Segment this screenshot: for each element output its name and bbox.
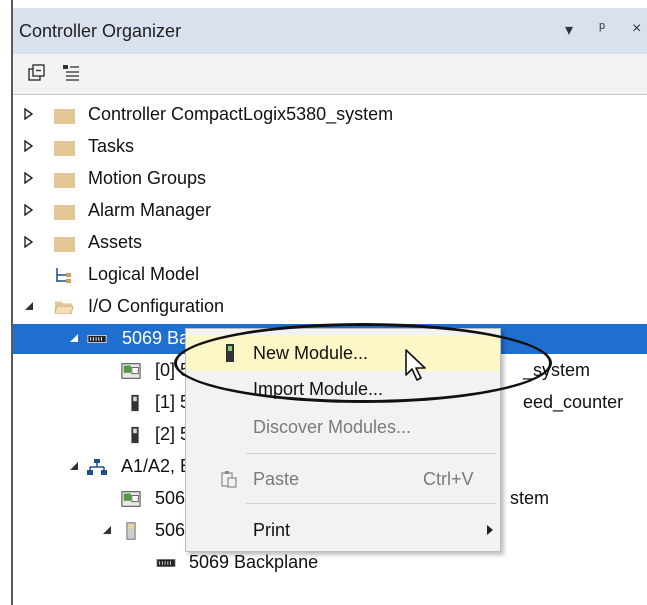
backplane-icon [87,335,107,343]
expand-arrow-icon[interactable] [24,172,34,184]
expand-arrow-icon[interactable] [24,108,34,120]
menu-item-paste[interactable]: Paste Ctrl+V [186,461,500,497]
menu-separator [246,453,496,454]
controller-icon [121,491,141,507]
tree-item-label: I/O Configuration [88,296,225,316]
pin-icon[interactable]: ᵖ [599,20,605,38]
backplane-icon [156,559,176,567]
collapse-all-icon[interactable] [28,64,46,82]
tree-item-label: Alarm Manager [88,200,212,220]
menu-item-label: Paste [253,469,300,489]
folder-icon [54,173,75,188]
tree-item-label: Logical Model [88,264,200,284]
ethernet-icon [87,459,107,475]
tree-item-label: Tasks [88,136,135,156]
tree-item-5069-backplane[interactable]: 5069 Backplane [13,548,647,578]
adapter-icon [126,522,136,540]
io-module-icon [131,394,139,412]
expand-arrow-icon[interactable] [24,204,34,216]
menu-item-discover-modules[interactable]: Discover Modules... [186,409,500,445]
folder-icon [54,237,75,252]
app-window: Controller Organizer ▾ ᵖ × Controller Co… [0,0,647,605]
panel-title: Controller Organizer [19,21,182,41]
menu-item-print[interactable]: Print [186,512,500,548]
tree-item-logical-model[interactable]: Logical Model [13,260,647,290]
collapse-arrow-icon[interactable] [102,524,112,536]
tree-item-alarm-manager[interactable]: Alarm Manager [13,196,647,226]
tree-item-tasks[interactable]: Tasks [13,132,647,162]
collapse-arrow-icon[interactable] [69,460,79,472]
properties-view-icon[interactable] [62,64,80,82]
tree-item-controller[interactable]: Controller CompactLogix5380_system [13,100,647,130]
expand-arrow-icon[interactable] [24,140,34,152]
folder-icon [54,109,75,124]
paste-icon [221,471,237,488]
menu-item-label: Discover Modules... [253,417,412,437]
tree-item-io-configuration[interactable]: I/O Configuration [13,292,647,322]
menu-item-shortcut: Ctrl+V [423,469,474,489]
tree-item-label-suffix: stem [510,488,550,508]
collapse-arrow-icon[interactable] [69,332,79,344]
tree-item-label: Assets [88,232,143,252]
tree-item-label-suffix: eed_counter [523,392,624,412]
controller-icon [121,363,141,379]
tree-item-assets[interactable]: Assets [13,228,647,258]
menu-item-label: Print [253,520,291,540]
panel-titlebar: Controller Organizer ▾ ᵖ × [13,8,647,54]
expand-arrow-icon[interactable] [24,236,34,248]
menu-separator [246,503,496,504]
tree-item-label: Motion Groups [88,168,207,188]
dropdown-icon[interactable]: ▾ [565,20,573,40]
close-icon[interactable]: × [632,20,641,38]
folder-icon [54,205,75,220]
panel-toolbar [13,54,647,95]
tree-item-motion-groups[interactable]: Motion Groups [13,164,647,194]
logical-model-icon [56,268,71,283]
highlight-ellipse [174,323,552,403]
open-folder-icon [54,301,74,314]
folder-icon [54,141,75,156]
submenu-arrow-icon [487,525,493,535]
collapse-arrow-icon[interactable] [24,300,34,312]
io-module-icon [131,426,139,444]
tree-item-label: 5069 Backplane [189,552,319,572]
tree-item-label: Controller CompactLogix5380_system [88,104,394,124]
